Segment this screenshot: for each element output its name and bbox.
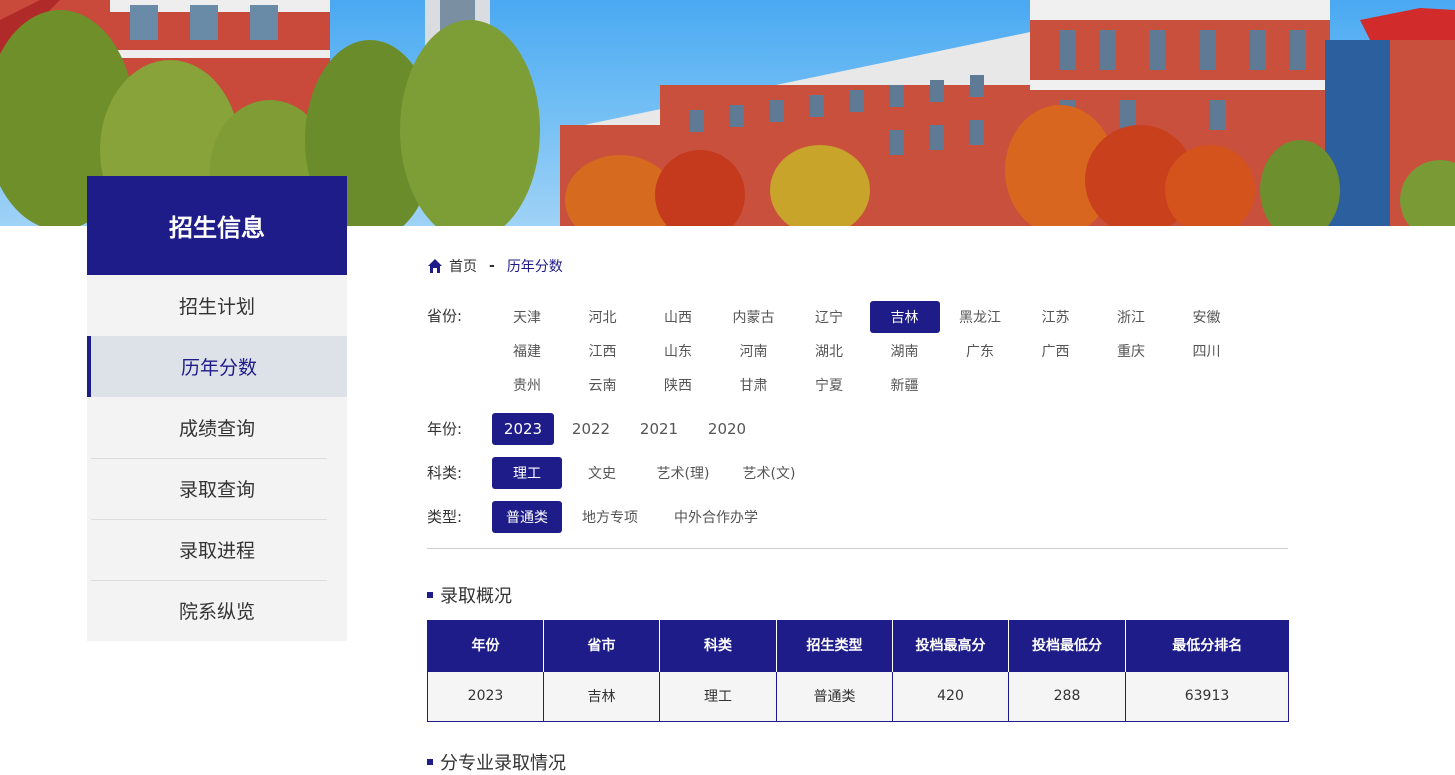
type-option-local-special[interactable]: 地方专项 — [572, 501, 648, 533]
type-label: 类型: — [427, 508, 463, 526]
province-option[interactable]: 甘肃 — [719, 369, 789, 401]
summary-section-title: 录取概况 — [427, 582, 512, 608]
column-header-enroll-type: 招生类型 — [776, 620, 893, 671]
province-option[interactable]: 江苏 — [1021, 301, 1091, 333]
sidebar-item-score-query[interactable]: 成绩查询 — [87, 397, 347, 458]
year-option-2020[interactable]: 2020 — [698, 413, 756, 445]
subject-option-art-science[interactable]: 艺术(理) — [645, 457, 721, 489]
province-label: 省份: — [427, 307, 463, 325]
province-option[interactable]: 天津 — [492, 301, 562, 333]
province-option[interactable]: 新疆 — [870, 369, 940, 401]
table-header-row: 年份 省市 科类 招生类型 投档最高分 投档最低分 最低分排名 — [427, 620, 1289, 671]
type-option-sino-foreign[interactable]: 中外合作办学 — [662, 501, 770, 533]
province-option[interactable]: 河北 — [568, 301, 638, 333]
summary-title-text: 录取概况 — [440, 586, 512, 607]
major-title-text: 分专业录取情况 — [440, 753, 566, 774]
subject-option-science[interactable]: 理工 — [492, 457, 562, 489]
province-option[interactable]: 山东 — [643, 335, 713, 367]
sidebar-item-admission-query[interactable]: 录取查询 — [87, 458, 347, 519]
breadcrumb-separator: - — [489, 258, 495, 274]
sidebar-item-admission-progress[interactable]: 录取进程 — [87, 519, 347, 580]
province-option[interactable]: 广西 — [1021, 335, 1091, 367]
subject-label: 科类: — [427, 464, 463, 482]
subject-option-art-liberal[interactable]: 艺术(文) — [731, 457, 807, 489]
column-header-province: 省市 — [543, 620, 660, 671]
column-header-min-rank: 最低分排名 — [1125, 620, 1289, 671]
year-label: 年份: — [427, 420, 463, 438]
sidebar: 招生信息 招生计划 历年分数 成绩查询 录取查询 录取进程 院系纵览 — [87, 176, 347, 641]
cell-enroll-type: 普通类 — [776, 670, 893, 722]
section-bullet-icon — [427, 592, 433, 598]
province-option[interactable]: 贵州 — [492, 369, 562, 401]
section-bullet-icon — [427, 759, 433, 765]
province-option[interactable]: 湖南 — [870, 335, 940, 367]
province-option[interactable]: 辽宁 — [794, 301, 864, 333]
table-row: 2023 吉林 理工 普通类 420 288 63913 — [427, 670, 1289, 722]
cell-subject: 理工 — [659, 670, 777, 722]
province-option[interactable]: 浙江 — [1096, 301, 1166, 333]
cell-min-score: 288 — [1008, 670, 1126, 722]
sidebar-title: 招生信息 — [87, 176, 347, 275]
province-option[interactable]: 广东 — [945, 335, 1015, 367]
year-option-2023[interactable]: 2023 — [492, 413, 554, 445]
cell-province: 吉林 — [543, 670, 660, 722]
type-option-regular[interactable]: 普通类 — [492, 501, 562, 533]
breadcrumb-home-link[interactable]: 首页 — [449, 256, 477, 276]
sidebar-item-admission-plan[interactable]: 招生计划 — [87, 275, 347, 336]
cell-year: 2023 — [427, 670, 544, 722]
province-option[interactable]: 江西 — [568, 335, 638, 367]
province-option[interactable]: 陕西 — [643, 369, 713, 401]
sidebar-item-historical-scores[interactable]: 历年分数 — [87, 336, 347, 397]
province-option[interactable]: 福建 — [492, 335, 562, 367]
major-section-title: 分专业录取情况 — [427, 749, 566, 775]
year-option-2022[interactable]: 2022 — [562, 413, 620, 445]
province-option[interactable]: 山西 — [643, 301, 713, 333]
breadcrumb-current: 历年分数 — [506, 259, 563, 275]
province-option[interactable]: 宁夏 — [794, 369, 864, 401]
column-header-subject: 科类 — [659, 620, 777, 671]
breadcrumb: 首页 - 历年分数 — [427, 256, 563, 276]
year-option-2021[interactable]: 2021 — [630, 413, 688, 445]
province-option[interactable]: 内蒙古 — [719, 301, 789, 333]
province-option[interactable]: 安徽 — [1172, 301, 1242, 333]
sidebar-item-departments[interactable]: 院系纵览 — [87, 580, 347, 641]
home-icon[interactable] — [427, 258, 443, 274]
province-option[interactable]: 重庆 — [1096, 335, 1166, 367]
column-header-min-score: 投档最低分 — [1008, 620, 1126, 671]
column-header-max-score: 投档最高分 — [892, 620, 1009, 671]
province-option[interactable]: 云南 — [568, 369, 638, 401]
cell-max-score: 420 — [892, 670, 1009, 722]
filter-divider — [427, 548, 1288, 549]
cell-min-rank: 63913 — [1125, 670, 1289, 722]
admission-summary-table: 年份 省市 科类 招生类型 投档最高分 投档最低分 最低分排名 2023 吉林 … — [427, 620, 1289, 722]
column-header-year: 年份 — [427, 620, 544, 671]
province-option[interactable]: 吉林 — [869, 301, 940, 333]
subject-option-liberal-arts[interactable]: 文史 — [572, 457, 632, 489]
province-option[interactable]: 湖北 — [794, 335, 864, 367]
province-option[interactable]: 四川 — [1172, 335, 1242, 367]
province-option[interactable]: 河南 — [719, 335, 789, 367]
province-option[interactable]: 黑龙江 — [945, 301, 1015, 333]
